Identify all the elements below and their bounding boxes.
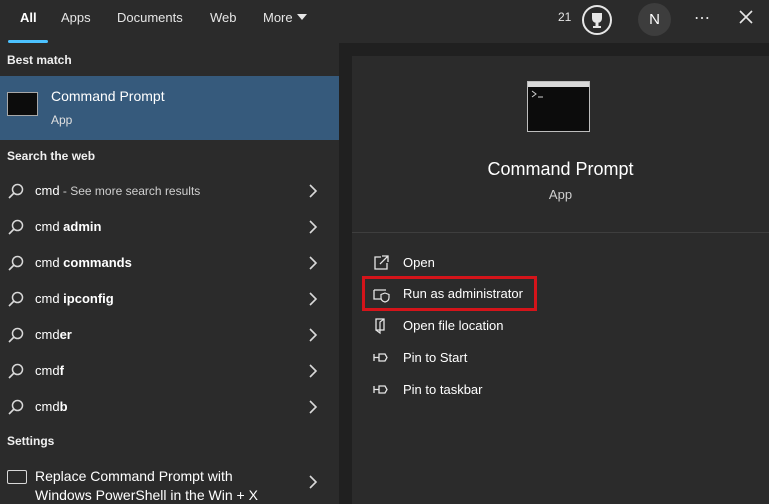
web-result-text: cmd ipconfig <box>35 291 114 306</box>
web-result[interactable]: cmdb <box>0 389 339 425</box>
search-icon <box>8 399 24 415</box>
action-pin-to-taskbar[interactable]: Pin to taskbar <box>372 378 572 402</box>
tab-web[interactable]: Web <box>210 10 237 25</box>
app-type: App <box>548 187 573 202</box>
web-result[interactable]: cmdf <box>0 353 339 389</box>
results-list: Best match Command Prompt App Search the… <box>0 43 339 504</box>
divider <box>352 232 769 233</box>
web-result-text: cmdb <box>35 399 68 414</box>
open-icon <box>374 255 389 270</box>
pin-icon <box>373 385 388 394</box>
chevron-right-icon <box>309 184 318 198</box>
action-open[interactable]: Open <box>372 251 572 275</box>
search-icon <box>8 255 24 271</box>
terminal-icon <box>527 81 590 132</box>
action-open-file-location[interactable]: Open file location <box>372 314 572 338</box>
user-avatar[interactable]: N <box>638 3 671 36</box>
action-label: Pin to Start <box>403 350 468 365</box>
best-match-item[interactable]: Command Prompt App <box>0 76 339 140</box>
pin-icon <box>373 353 388 362</box>
web-result[interactable]: cmder <box>0 317 339 353</box>
web-result[interactable]: cmd - See more search results <box>0 173 339 209</box>
section-settings: Settings <box>7 434 55 448</box>
web-result-text: cmd admin <box>35 219 102 234</box>
section-search-web: Search the web <box>7 149 96 163</box>
web-result-text: cmder <box>35 327 72 342</box>
app-title: Command Prompt <box>487 159 634 179</box>
web-result-text: cmdf <box>35 363 64 378</box>
search-icon <box>8 327 24 343</box>
chevron-right-icon <box>309 400 318 414</box>
chevron-right-icon <box>309 292 318 306</box>
tab-all[interactable]: All <box>20 10 37 25</box>
chevron-right-icon <box>309 220 318 234</box>
tab-apps[interactable]: Apps <box>61 10 91 25</box>
search-icon <box>8 363 24 379</box>
chevron-right-icon <box>309 256 318 270</box>
web-result-text: cmd commands <box>35 255 132 270</box>
rewards-trophy-icon[interactable] <box>582 5 612 35</box>
tab-more-label: More <box>263 10 293 25</box>
chevron-down-icon <box>296 14 307 20</box>
web-result[interactable]: cmd ipconfig <box>0 281 339 317</box>
search-filter-bar: All Apps Documents Web More 21 N ⋯ <box>0 0 769 43</box>
rewards-points: 21 <box>558 10 572 24</box>
settings-result[interactable]: Replace Command Prompt with Windows Powe… <box>0 461 339 504</box>
web-result[interactable]: cmd admin <box>0 209 339 245</box>
terminal-icon <box>7 92 38 116</box>
search-icon <box>8 183 24 199</box>
tab-more[interactable]: More <box>263 10 307 25</box>
search-icon <box>8 219 24 235</box>
best-match-title: Command Prompt <box>51 88 165 104</box>
action-label: Pin to taskbar <box>403 382 483 397</box>
action-label: Open <box>403 255 435 270</box>
web-result-text: cmd - See more search results <box>35 183 201 198</box>
close-icon[interactable] <box>737 8 755 26</box>
highlight-box <box>362 276 537 311</box>
settings-result-text: Replace Command Prompt with Windows Powe… <box>35 468 258 503</box>
chevron-right-icon <box>309 475 318 489</box>
best-match-type: App <box>51 113 73 127</box>
chevron-right-icon <box>309 328 318 342</box>
settings-toggle-icon <box>7 470 27 484</box>
section-best-match: Best match <box>7 53 72 67</box>
action-pin-to-start[interactable]: Pin to Start <box>372 346 572 370</box>
action-label: Open file location <box>403 318 504 333</box>
more-options-icon[interactable]: ⋯ <box>694 8 711 28</box>
search-icon <box>8 291 24 307</box>
chevron-right-icon <box>309 364 318 378</box>
file-location-icon <box>375 318 385 335</box>
web-result[interactable]: cmd commands <box>0 245 339 281</box>
app-preview-pane: Command Prompt App Open Run as administr… <box>352 56 769 504</box>
tab-documents[interactable]: Documents <box>117 10 183 25</box>
